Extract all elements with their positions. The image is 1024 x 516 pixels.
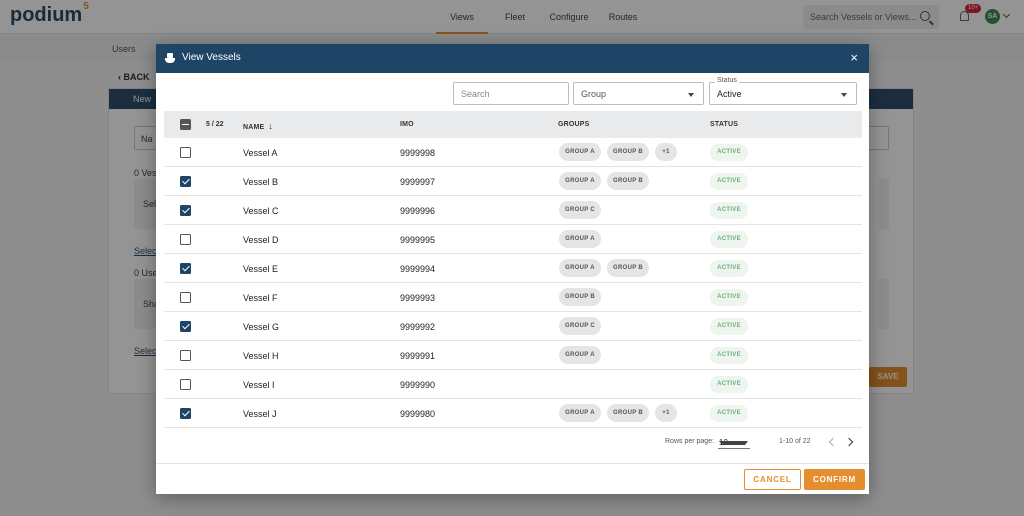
status-badge: ACTIVE (710, 318, 748, 335)
vessel-name: Vessel A (243, 148, 278, 158)
vessel-imo: 9999996 (400, 206, 436, 216)
table-row[interactable]: Vessel A 9999998 GROUP A GROUP B +1 ACTIVE (164, 138, 862, 167)
table-row[interactable]: Vessel J 9999980 GROUP A GROUP B +1 ACTIVE (164, 399, 862, 428)
group-chip: GROUP B (607, 404, 649, 422)
vessel-imo: 9999994 (400, 264, 436, 274)
vessel-name: Vessel B (243, 177, 279, 187)
group-chip: GROUP A (559, 143, 601, 161)
vessel-name: Vessel H (243, 351, 279, 361)
vessel-imo: 9999980 (400, 409, 436, 419)
row-checkbox[interactable] (180, 350, 191, 361)
vessel-imo: 9999992 (400, 322, 436, 332)
table-row[interactable]: Vessel C 9999996 GROUP C ACTIVE (164, 196, 862, 225)
modal-footer-divider (156, 463, 869, 464)
modal-title: View Vessels (182, 52, 241, 63)
group-select[interactable]: Group (573, 82, 704, 105)
row-checkbox[interactable] (180, 234, 191, 245)
selected-count: 5 / 22 (206, 121, 224, 128)
status-badge: ACTIVE (710, 347, 748, 364)
status-badge: ACTIVE (710, 144, 748, 161)
table-row[interactable]: Vessel H 9999991 GROUP A ACTIVE (164, 341, 862, 370)
chevron-left-icon[interactable] (828, 437, 838, 447)
more-groups-chip[interactable]: +1 (655, 404, 677, 422)
vessel-search-input[interactable] (453, 82, 569, 105)
row-checkbox[interactable] (180, 408, 191, 419)
group-chip: GROUP B (607, 259, 649, 277)
group-chip: GROUP B (607, 143, 649, 161)
close-icon[interactable]: × (850, 51, 858, 65)
row-checkbox[interactable] (180, 263, 191, 274)
table-row[interactable]: Vessel D 9999995 GROUP A ACTIVE (164, 225, 862, 254)
row-checkbox[interactable] (180, 205, 191, 216)
row-checkbox[interactable] (180, 176, 191, 187)
caret-down-icon (841, 93, 847, 97)
column-imo-header: IMO (400, 121, 414, 128)
row-checkbox[interactable] (180, 379, 191, 390)
row-checkbox[interactable] (180, 292, 191, 303)
status-badge: ACTIVE (710, 405, 748, 422)
cancel-button[interactable]: CANCEL (744, 469, 801, 490)
table-row[interactable]: Vessel E 9999994 GROUP A GROUP B ACTIVE (164, 254, 862, 283)
status-badge: ACTIVE (710, 260, 748, 277)
vessel-imo: 9999998 (400, 148, 436, 158)
vessel-name: Vessel C (243, 206, 279, 216)
group-chip: GROUP A (559, 230, 601, 248)
view-vessels-modal: View Vessels × Group Status Active 5 / 2… (156, 44, 869, 494)
status-badge: ACTIVE (710, 202, 748, 219)
vessel-name: Vessel D (243, 235, 279, 245)
column-groups-header: GROUPS (558, 121, 590, 128)
status-select-label: Status (715, 77, 739, 84)
group-chip: GROUP A (559, 172, 601, 190)
chevron-right-icon[interactable] (844, 437, 854, 447)
table-row[interactable]: Vessel B 9999997 GROUP A GROUP B ACTIVE (164, 167, 862, 196)
group-chip: GROUP A (559, 259, 601, 277)
more-groups-chip[interactable]: +1 (655, 143, 677, 161)
vessel-name: Vessel G (243, 322, 280, 332)
group-select-value: Group (581, 89, 607, 99)
vessel-name: Vessel J (243, 409, 277, 419)
row-checkbox[interactable] (180, 321, 191, 332)
vessel-imo: 9999997 (400, 177, 436, 187)
status-select-value: Active (717, 89, 742, 99)
column-status-header: STATUS (710, 121, 739, 128)
table-row[interactable]: Vessel F 9999993 GROUP B ACTIVE (164, 283, 862, 312)
caret-down-icon (719, 441, 748, 445)
table-row[interactable]: Vessel G 9999992 GROUP C ACTIVE (164, 312, 862, 341)
ship-icon (165, 53, 175, 64)
group-chip: GROUP B (607, 172, 649, 190)
table-header: 5 / 22 NAME ↓ IMO GROUPS STATUS (164, 111, 862, 138)
vessel-imo: 9999993 (400, 293, 436, 303)
status-badge: ACTIVE (710, 289, 748, 306)
confirm-button[interactable]: CONFIRM (804, 469, 865, 490)
column-name-header[interactable]: NAME ↓ (243, 121, 273, 131)
status-badge: ACTIVE (710, 231, 748, 248)
group-chip: GROUP A (559, 404, 601, 422)
group-chip: GROUP A (559, 346, 601, 364)
select-all-checkbox[interactable] (180, 119, 191, 130)
group-chip: GROUP C (559, 201, 601, 219)
rows-per-page-label: Rows per page: (665, 438, 715, 445)
vessel-name: Vessel E (243, 264, 279, 274)
group-chip: GROUP B (559, 288, 601, 306)
caret-down-icon (688, 93, 694, 97)
vessel-name: Vessel F (243, 293, 278, 303)
modal-header: View Vessels × (156, 44, 869, 73)
status-badge: ACTIVE (710, 173, 748, 190)
vessel-imo: 9999990 (400, 380, 436, 390)
row-checkbox[interactable] (180, 147, 191, 158)
column-name-label: NAME (243, 124, 265, 131)
sort-down-icon[interactable]: ↓ (268, 121, 273, 131)
vessel-name: Vessel I (243, 380, 275, 390)
rows-per-page-select[interactable]: 10 (718, 435, 750, 449)
pagination-range: 1-10 of 22 (779, 438, 811, 445)
vessel-imo: 9999991 (400, 351, 436, 361)
status-badge: ACTIVE (710, 376, 748, 393)
table-row[interactable]: Vessel I 9999990 ACTIVE (164, 370, 862, 399)
status-select[interactable]: Status Active (709, 77, 857, 105)
vessel-imo: 9999995 (400, 235, 436, 245)
group-chip: GROUP C (559, 317, 601, 335)
